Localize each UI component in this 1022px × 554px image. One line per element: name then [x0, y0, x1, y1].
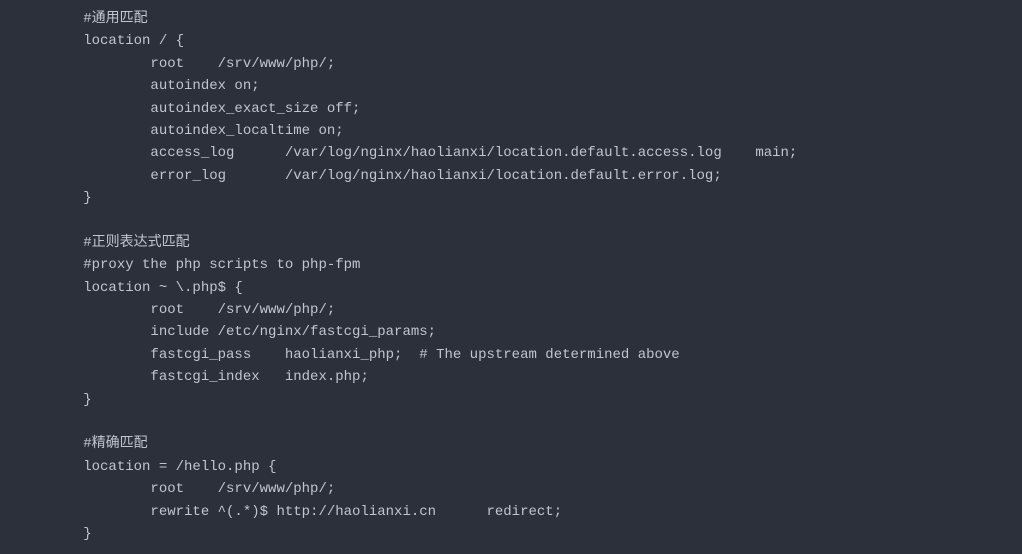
- code-line: #精确匹配: [0, 433, 1022, 455]
- code-line: }: [0, 389, 1022, 411]
- code-line: include /etc/nginx/fastcgi_params;: [0, 321, 1022, 343]
- code-line: location = /hello.php {: [0, 456, 1022, 478]
- code-line: fastcgi_index index.php;: [0, 366, 1022, 388]
- code-line: #通用匹配: [0, 8, 1022, 30]
- code-line: access_log /var/log/nginx/haolianxi/loca…: [0, 142, 1022, 164]
- code-line: #正则表达式匹配: [0, 232, 1022, 254]
- code-line: autoindex_exact_size off;: [0, 98, 1022, 120]
- code-line: }: [0, 187, 1022, 209]
- code-line: rewrite ^(.*)$ http://haolianxi.cn redir…: [0, 501, 1022, 523]
- code-line: autoindex_localtime on;: [0, 120, 1022, 142]
- code-line: [0, 411, 1022, 433]
- code-line: }: [0, 523, 1022, 545]
- code-line: [0, 210, 1022, 232]
- code-line: root /srv/www/php/;: [0, 53, 1022, 75]
- code-line: root /srv/www/php/;: [0, 299, 1022, 321]
- code-line: autoindex on;: [0, 75, 1022, 97]
- code-line: fastcgi_pass haolianxi_php; # The upstre…: [0, 344, 1022, 366]
- code-line: location ~ \.php$ {: [0, 277, 1022, 299]
- code-line: location / {: [0, 30, 1022, 52]
- code-block: #通用匹配 location / { root /srv/www/php/; a…: [0, 8, 1022, 545]
- code-line: #proxy the php scripts to php-fpm: [0, 254, 1022, 276]
- code-line: root /srv/www/php/;: [0, 478, 1022, 500]
- code-line: error_log /var/log/nginx/haolianxi/locat…: [0, 165, 1022, 187]
